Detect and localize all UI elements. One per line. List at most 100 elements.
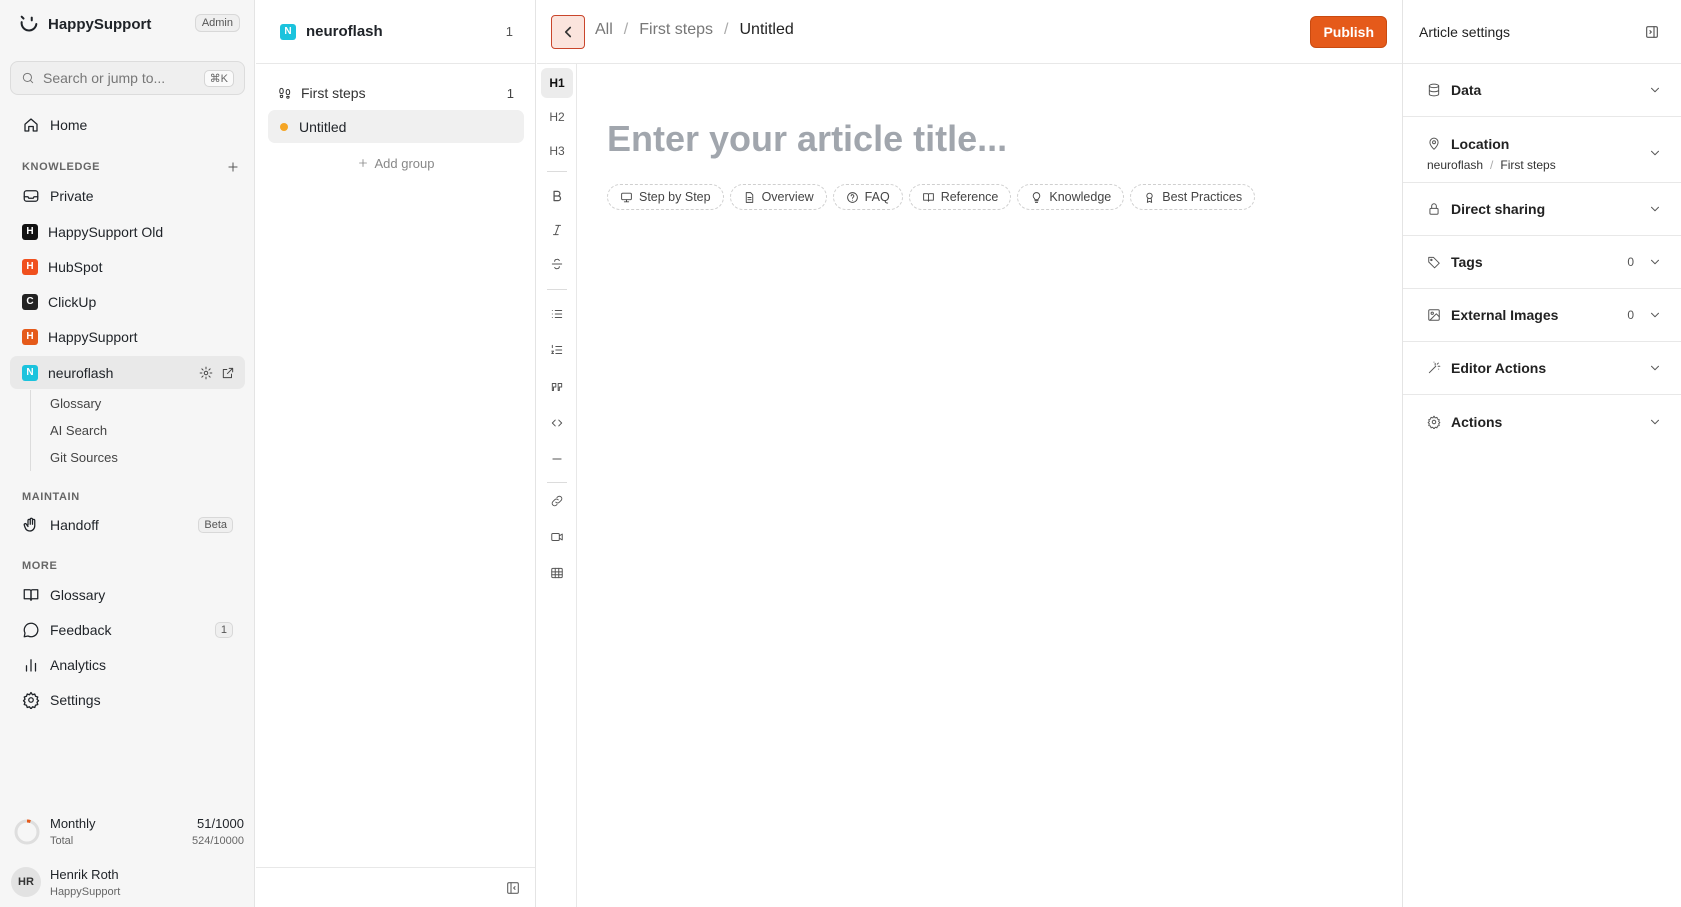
sub-item-git-sources[interactable]: Git Sources xyxy=(31,444,230,471)
settings-icon xyxy=(22,691,40,709)
nav-home-label: Home xyxy=(50,116,88,133)
section-direct-sharing[interactable]: Direct sharing xyxy=(1403,183,1681,236)
bullet-list-button[interactable] xyxy=(541,299,573,329)
sidebar-item-happysupport-old[interactable]: H HappySupport Old xyxy=(10,215,245,248)
code-icon xyxy=(550,416,564,430)
sidebar-item-label: HappySupport Old xyxy=(48,223,164,240)
video-button[interactable] xyxy=(541,522,573,552)
usage-total: 524/10000 xyxy=(192,835,244,847)
chip-label: Knowledge xyxy=(1049,190,1112,204)
add-group-button[interactable]: Add group xyxy=(256,152,535,174)
divider-button[interactable] xyxy=(541,444,573,474)
quote-button[interactable] xyxy=(541,372,573,402)
section-tags[interactable]: Tags 0 xyxy=(1403,236,1681,289)
external-images-count: 0 xyxy=(1627,308,1634,322)
breadcrumb-all[interactable]: All xyxy=(595,21,613,39)
more-section-label: MORE xyxy=(22,560,58,572)
strikethrough-icon xyxy=(550,257,564,271)
sidebar-item-private[interactable]: Private xyxy=(10,179,245,212)
back-button[interactable] xyxy=(551,15,585,49)
video-icon xyxy=(550,530,564,544)
section-actions[interactable]: Actions xyxy=(1403,395,1681,448)
bold-button[interactable] xyxy=(541,181,573,211)
sidebar-item-label: HubSpot xyxy=(48,258,103,275)
sidebar-item-hubspot[interactable]: H HubSpot xyxy=(10,250,245,283)
neuroflash-sub-items: Glossary AI Search Git Sources xyxy=(30,390,230,471)
sidebar-item-label: Private xyxy=(50,187,94,204)
chip-label: Best Practices xyxy=(1162,190,1243,204)
template-overview[interactable]: Overview xyxy=(729,184,827,210)
search-input[interactable]: Search or jump to... ⌘K xyxy=(10,61,245,95)
plus-icon xyxy=(357,157,369,169)
template-step-by-step[interactable]: Step by Step xyxy=(607,184,724,210)
table-button[interactable] xyxy=(541,558,573,588)
italic-button[interactable] xyxy=(541,215,573,245)
section-editor-actions[interactable]: Editor Actions xyxy=(1403,342,1681,395)
beta-badge: Beta xyxy=(198,516,233,533)
breadcrumb-separator: / xyxy=(623,21,629,38)
section-external-images[interactable]: External Images 0 xyxy=(1403,289,1681,342)
app-name: HappySupport xyxy=(48,15,152,33)
user-org: HappySupport xyxy=(50,886,121,898)
draft-status-dot xyxy=(280,122,288,131)
external-link-icon[interactable] xyxy=(221,366,235,380)
user-profile[interactable]: HR Henrik Roth HappySupport xyxy=(0,860,255,904)
breadcrumb-separator: / xyxy=(724,21,729,38)
tree-title: neuroflash xyxy=(306,23,383,40)
template-best-practices[interactable]: Best Practices xyxy=(1130,184,1256,210)
strikethrough-button[interactable] xyxy=(541,249,573,279)
article-title-input[interactable]: Enter your article title... xyxy=(607,118,1007,160)
image-icon xyxy=(1427,308,1441,322)
tags-count: 0 xyxy=(1627,255,1634,269)
numbered-list-button[interactable] xyxy=(541,335,573,365)
bullet-list-icon xyxy=(550,307,564,321)
maintain-section-label: MAINTAIN xyxy=(22,491,80,503)
section-label: External Images xyxy=(1451,307,1559,323)
template-reference[interactable]: Reference xyxy=(908,184,1012,210)
message-icon xyxy=(22,621,40,639)
sidebar-item-settings[interactable]: Settings xyxy=(10,683,245,716)
chevron-down-icon xyxy=(1648,361,1662,375)
toolbar-divider xyxy=(547,289,567,290)
sidebar-item-label: Glossary xyxy=(50,586,106,603)
article-editor: All / First steps / Untitled Publish H1 … xyxy=(537,0,1402,907)
sub-item-ai-search[interactable]: AI Search xyxy=(31,417,230,444)
tree-group-first-steps[interactable]: First steps 1 xyxy=(268,80,524,106)
help-circle-icon xyxy=(846,191,859,204)
sidebar-item-happysupport[interactable]: H HappySupport xyxy=(10,320,245,353)
inbox-icon xyxy=(22,187,40,205)
code-button[interactable] xyxy=(541,408,573,438)
admin-badge: Admin xyxy=(194,14,240,32)
sidebar-item-glossary[interactable]: Glossary xyxy=(10,578,245,611)
heading-1-button[interactable]: H1 xyxy=(541,68,573,98)
heading-2-button[interactable]: H2 xyxy=(541,102,573,132)
add-group-label: Add group xyxy=(374,155,435,171)
template-knowledge[interactable]: Knowledge xyxy=(1017,184,1125,210)
sidebar-item-handoff[interactable]: Handoff Beta xyxy=(10,508,245,541)
gear-icon[interactable] xyxy=(199,366,213,380)
breadcrumb-first-steps[interactable]: First steps xyxy=(639,21,713,39)
section-label: Tags xyxy=(1451,254,1483,270)
nav-home[interactable]: Home xyxy=(10,108,245,141)
sub-item-glossary[interactable]: Glossary xyxy=(31,390,230,417)
section-location[interactable]: Location neuroflash / First steps xyxy=(1403,117,1681,183)
section-data[interactable]: Data xyxy=(1403,64,1681,117)
article-settings-panel: Article settings Data Location neuroflas… xyxy=(1402,0,1681,907)
sidebar-item-analytics[interactable]: Analytics xyxy=(10,648,245,681)
sidebar-item-clickup[interactable]: C ClickUp xyxy=(10,285,245,318)
sidebar-item-feedback[interactable]: Feedback 1 xyxy=(10,613,245,646)
chevron-down-icon xyxy=(1648,202,1662,216)
open-book-icon xyxy=(922,191,935,204)
template-faq[interactable]: FAQ xyxy=(832,184,903,210)
link-button[interactable] xyxy=(541,486,573,516)
hand-icon xyxy=(22,516,40,534)
add-knowledge-icon[interactable] xyxy=(226,160,240,174)
section-label: Data xyxy=(1451,82,1482,98)
bar-chart-icon xyxy=(22,656,40,674)
heading-3-button[interactable]: H3 xyxy=(541,136,573,166)
kb-badge: N xyxy=(22,364,38,381)
publish-button[interactable]: Publish xyxy=(1310,16,1387,48)
tree-article-untitled[interactable]: Untitled xyxy=(268,110,524,143)
sidebar-item-neuroflash[interactable]: N neuroflash xyxy=(10,356,245,389)
brand[interactable]: HappySupport xyxy=(18,12,151,36)
